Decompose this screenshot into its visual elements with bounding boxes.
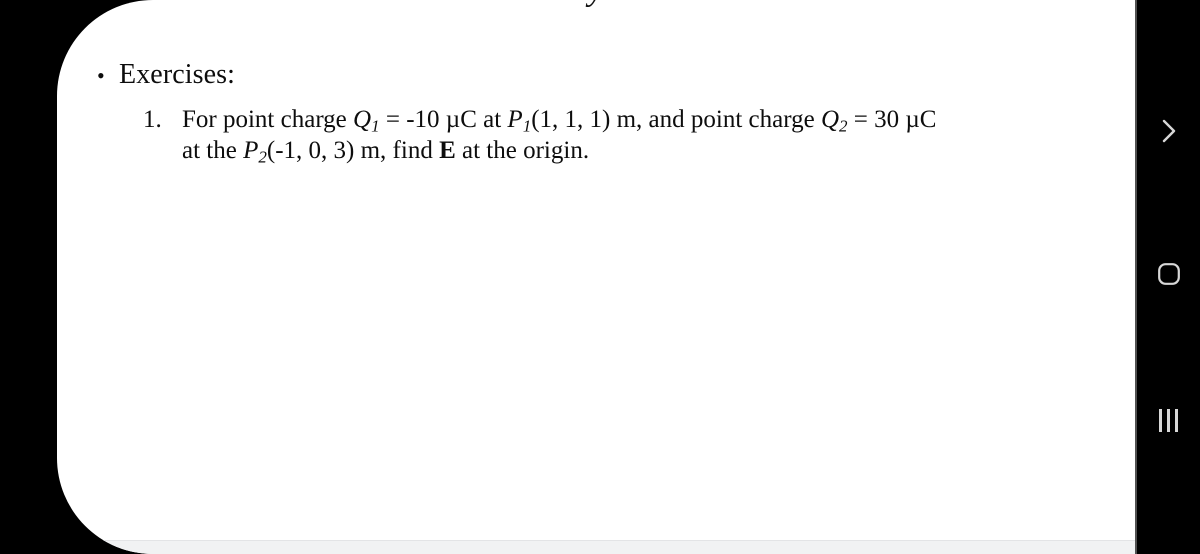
slide-content: • Exercises: 1. For point charge Q1 = -1… [57,0,1135,554]
line1-segment-2: = -10 µC at [379,106,508,133]
symbol-e-field-vector: E [439,137,456,164]
bullet-item-exercises: • Exercises: [97,59,236,91]
line2-segment-3: at the origin. [455,137,590,164]
symbol-p1-base: P [507,106,523,133]
symbol-p1-subscript: 1 [522,116,532,136]
exercise-line-2: at the P2(-1, 0, 3) m, find E at the ori… [182,135,936,166]
nav-home-button[interactable] [1137,250,1200,302]
presentation-slide[interactable]: y • Exercises: 1. For point charge Q1 = … [57,0,1135,554]
symbol-q1-base: Q [353,106,372,133]
home-rounded-square-icon [1156,261,1182,292]
line1-segment-1: For point charge [182,106,354,133]
chevron-right-icon [1158,116,1180,151]
symbol-p2: P2 [243,137,267,167]
symbol-q2-subscript: 2 [839,116,848,136]
symbol-q1: Q1 [353,106,380,136]
nav-back-button[interactable] [1137,107,1200,159]
device-screen: y • Exercises: 1. For point charge Q1 = … [0,0,1200,554]
symbol-p2-base: P [243,137,259,164]
line1-segment-4: = 30 µC [847,106,937,133]
line2-segment-1: at the [182,137,244,164]
bullet-label-exercises: Exercises: [119,59,236,90]
symbol-q1-subscript: 1 [371,116,380,136]
line1-segment-3: (1, 1, 1) m, and point charge [531,106,821,133]
line2-segment-2: (-1, 0, 3) m, find [266,137,440,164]
exercise-line-1: For point charge Q1 = -10 µC at P1(1, 1,… [182,104,936,135]
symbol-p2-subscript: 2 [258,147,267,167]
symbol-q2: Q2 [820,106,848,136]
numbered-list-item-1: 1. For point charge Q1 = -10 µC at P1(1,… [143,104,936,166]
bullet-dot-icon: • [97,63,105,88]
symbol-q2-base: Q [820,106,839,133]
symbol-p1: P1 [507,106,532,136]
nav-recents-button[interactable] [1137,394,1200,446]
recents-bars-icon [1159,408,1178,432]
list-number-marker: 1. [143,106,162,133]
exercise-text: For point charge Q1 = -10 µC at P1(1, 1,… [182,104,936,166]
android-navigation-bar [1137,0,1200,554]
slide-bottom-strip [57,540,1135,554]
